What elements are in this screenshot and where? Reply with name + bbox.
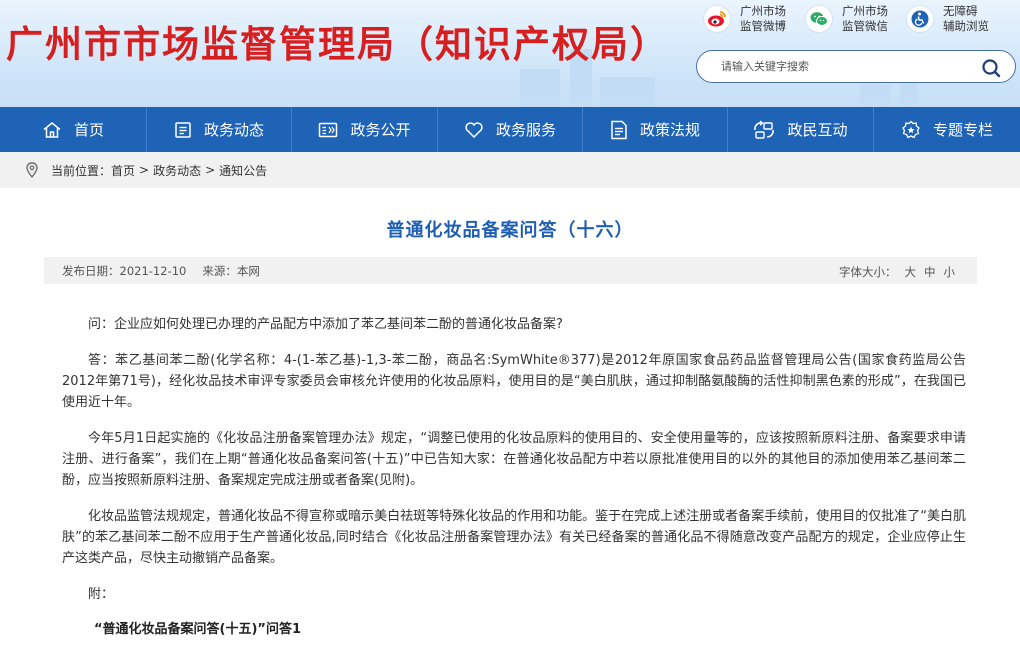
breadcrumb-separator: > [205,163,216,177]
article-paragraph-question: 问：企业应如何处理已办理的产品配方中添加了苯乙基间苯二酚的普通化妆品备案? [88,317,563,332]
breadcrumb-prefix: 当前位置： [51,163,112,178]
publish-date-label: 发布日期： [62,263,120,278]
weibo-link[interactable]: 广州市场 监管微博 [704,3,786,35]
nav-item-news[interactable]: 政务动态 [147,107,292,152]
breadcrumb-separator: > [139,163,150,177]
disclosure-icon [319,122,338,137]
article-title: 普通化妆品备案问答（十六） [386,220,634,241]
attachment-label: 附： [88,587,115,602]
source-label: 来源： [202,263,237,278]
heart-icon [465,121,483,138]
breadcrumb-notices[interactable]: 通知公告 [219,162,267,179]
weibo-icon [704,6,730,32]
document-icon [611,120,627,139]
font-size-medium[interactable]: 中 [924,264,936,280]
breadcrumb: 当前位置： 首页 > 政务动态 > 通知公告 [0,152,1020,188]
news-icon [175,121,191,138]
nav-item-label: 首页 [73,121,104,139]
attachment-heading: “普通化妆品备案问答(十五)”问答1 [94,622,302,637]
article-paragraph: 化妆品监管法规规定，普通化妆品不得宣称或暗示美白祛斑等特殊化妆品的作用和功能。鉴… [62,509,966,566]
home-icon [43,121,61,138]
weibo-label-line2: 监管微博 [740,19,786,33]
location-pin-icon [26,162,38,178]
nav-item-interaction[interactable]: 政民互动 [728,107,874,152]
article-meta-bar: 发布日期： 2021-12-10 来源： 本网 字体大小： 大 中 小 [44,257,977,284]
accessibility-label-line2: 辅助浏览 [943,19,989,33]
nav-item-service[interactable]: 政务服务 [438,107,583,152]
wechat-label-line2: 监管微信 [842,19,888,33]
nav-item-label: 政策法规 [639,121,700,139]
accessibility-icon [907,6,933,32]
article-paragraph: 今年5月1日起实施的《化妆品注册备案管理办法》规定，“调整已使用的化妆品原料的使… [62,431,966,488]
search-input[interactable] [721,60,971,73]
wechat-label-line1: 广州市场 [842,4,888,18]
nav-item-policy[interactable]: 政策法规 [583,107,728,152]
breadcrumb-news[interactable]: 政务动态 [153,162,201,179]
breadcrumb-home[interactable]: 首页 [111,162,135,179]
accessibility-label-line1: 无障碍 [943,4,978,18]
source-value: 本网 [236,263,260,278]
wechat-link[interactable]: 广州市场 监管微信 [806,3,888,35]
font-size-small[interactable]: 小 [944,264,956,280]
font-size-large[interactable]: 大 [905,264,917,280]
article-paragraph-answer: 答：苯乙基间苯二酚(化学名称：4-(1-苯乙基)-1,3-苯二酚，商品名:Sym… [62,353,966,410]
search-bar [696,50,1016,83]
nav-item-label: 政民互动 [787,121,848,139]
nav-item-label: 政务动态 [203,121,264,139]
site-header: 广州市市场监督管理局（知识产权局） 广州市场 监管微博 广州市场 监管微信 无障… [0,0,1020,107]
nav-item-disclosure[interactable]: 政务公开 [292,107,438,152]
nav-item-special[interactable]: 专题专栏 [874,107,1020,152]
search-icon[interactable] [981,58,1001,78]
badge-icon [902,120,920,138]
article-body: 问：企业应如何处理已办理的产品配方中添加了苯乙基间苯二酚的普通化妆品备案? 答：… [62,314,966,655]
nav-item-label: 政务服务 [495,121,556,139]
nav-item-label: 专题专栏 [932,121,993,139]
nav-item-label: 政务公开 [350,121,411,139]
site-title[interactable]: 广州市市场监督管理局（知识产权局） [6,14,669,68]
weibo-label-line1: 广州市场 [740,4,786,18]
wechat-icon [806,6,832,32]
interaction-icon [754,120,775,139]
main-nav: 首页 政务动态 政务公开 政务服务 政策法规 政民互动 专题专栏 [0,107,1020,152]
publish-date: 2021-12-10 [119,263,187,278]
font-size-controls: 字体大小： 大 中 小 [839,264,955,280]
font-size-label: 字体大小： [839,265,897,279]
nav-item-home[interactable]: 首页 [0,107,147,152]
accessibility-link[interactable]: 无障碍 辅助浏览 [907,3,989,35]
